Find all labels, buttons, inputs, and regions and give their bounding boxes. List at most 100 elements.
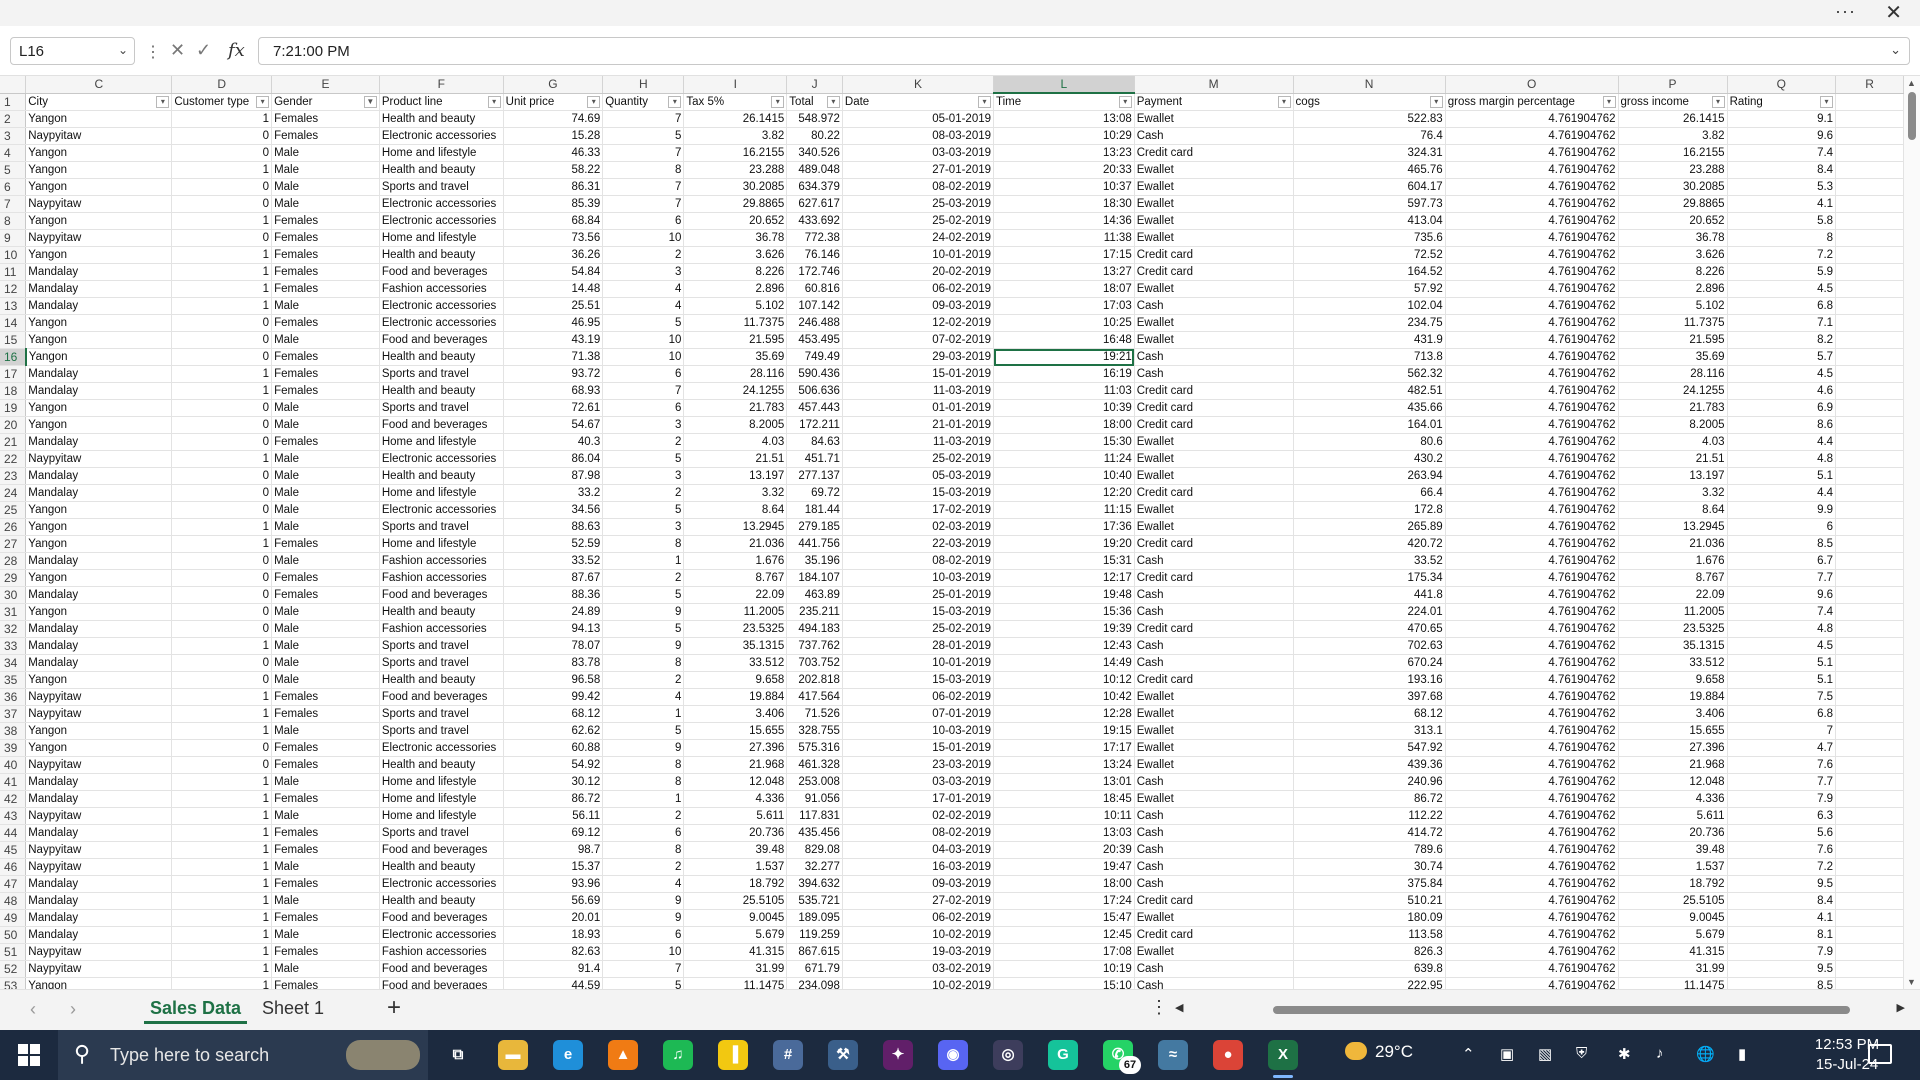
cell[interactable]: 4.761904762 — [1445, 688, 1619, 706]
cell[interactable]: Male — [271, 518, 380, 536]
add-sheet-button[interactable]: + — [387, 994, 401, 1022]
cell[interactable]: 6 — [602, 824, 685, 842]
header-cell[interactable]: Quantity ▾ — [602, 93, 685, 111]
cell[interactable]: 4.761904762 — [1445, 348, 1619, 366]
cell[interactable]: 17-02-2019 — [842, 501, 995, 519]
cell[interactable]: 27-02-2019 — [842, 892, 995, 910]
enter-icon[interactable]: ✓ — [196, 40, 211, 61]
cell[interactable]: 86.72 — [503, 790, 604, 808]
formula-input[interactable]: 7:21:00 PM ⌄ — [258, 37, 1910, 65]
cell[interactable]: Health and beauty — [379, 246, 504, 264]
cell[interactable]: 0 — [171, 195, 273, 213]
cell[interactable]: 4.761904762 — [1445, 654, 1619, 672]
cell[interactable]: 21.595 — [683, 331, 788, 349]
cell[interactable]: Mandalay — [25, 433, 173, 451]
vertical-scrollbar[interactable]: ▲ ▼ — [1904, 76, 1920, 989]
cell[interactable]: 23.5325 — [1618, 620, 1728, 638]
cell[interactable]: 8.226 — [683, 263, 788, 281]
cell[interactable]: 08-03-2019 — [842, 127, 995, 145]
cell[interactable]: 0 — [171, 739, 273, 757]
cell[interactable]: Cash — [1134, 348, 1294, 366]
cell[interactable]: 451.71 — [786, 450, 843, 468]
cell[interactable]: 13:08 — [993, 110, 1135, 128]
discord-icon[interactable]: ◉ — [938, 1040, 968, 1070]
column-header-p[interactable]: P — [1618, 76, 1728, 94]
cell[interactable]: 33.512 — [1618, 654, 1728, 672]
cell[interactable]: Naypyitaw — [25, 229, 173, 247]
cell[interactable]: Females — [271, 212, 380, 230]
cell[interactable]: Yangon — [25, 246, 173, 264]
scroll-left-icon[interactable]: ◀ — [1175, 1001, 1183, 1014]
cell[interactable]: Food and beverages — [379, 586, 504, 604]
cell[interactable]: 72.52 — [1293, 246, 1446, 264]
cell[interactable]: Ewallet — [1134, 518, 1294, 536]
cell[interactable]: Home and lifestyle — [379, 773, 504, 791]
cell[interactable]: Females — [271, 127, 380, 145]
cell[interactable]: 235.211 — [786, 603, 843, 621]
cell[interactable]: 112.22 — [1293, 807, 1446, 825]
cell[interactable]: 17:03 — [993, 297, 1135, 315]
cell[interactable]: Mandalay — [25, 637, 173, 655]
cell[interactable]: 2 — [602, 433, 685, 451]
cell[interactable]: 18:30 — [993, 195, 1135, 213]
cell[interactable]: 19:47 — [993, 858, 1135, 876]
cell[interactable]: 7 — [602, 195, 685, 213]
cell[interactable]: Naypyitaw — [25, 705, 173, 723]
cell[interactable] — [1835, 501, 1904, 519]
cell[interactable] — [1835, 722, 1904, 740]
row-header[interactable]: 12 — [0, 280, 27, 298]
cell[interactable] — [1835, 535, 1904, 553]
cell[interactable]: 17:08 — [993, 943, 1135, 961]
cell[interactable]: 5.102 — [683, 297, 788, 315]
cell[interactable]: Ewallet — [1134, 110, 1294, 128]
cell[interactable]: 19:20 — [993, 535, 1135, 553]
cell[interactable]: Females — [271, 739, 380, 757]
cell[interactable]: 431.9 — [1293, 331, 1446, 349]
cell[interactable]: 10:19 — [993, 960, 1135, 978]
cell[interactable]: 24.1255 — [1618, 382, 1728, 400]
header-cell[interactable] — [1835, 93, 1904, 111]
cell[interactable]: Ewallet — [1134, 195, 1294, 213]
row-header[interactable]: 50 — [0, 926, 27, 944]
cell[interactable]: Ewallet — [1134, 688, 1294, 706]
cell[interactable]: Females — [271, 756, 380, 774]
cell[interactable]: Cash — [1134, 977, 1294, 989]
cell[interactable] — [1835, 671, 1904, 689]
cell[interactable]: 9.6 — [1727, 127, 1837, 145]
column-header-e[interactable]: E — [271, 76, 380, 94]
cell[interactable]: Yangon — [25, 416, 173, 434]
column-header-g[interactable]: G — [503, 76, 604, 94]
cell[interactable]: 4.761904762 — [1445, 382, 1619, 400]
cell[interactable]: 1 — [171, 280, 273, 298]
cell[interactable]: 9 — [602, 637, 685, 655]
row-header[interactable]: 4 — [0, 144, 27, 162]
cell[interactable]: 1.537 — [1618, 858, 1728, 876]
cell[interactable]: 88.63 — [503, 518, 604, 536]
cell[interactable]: 6.9 — [1727, 399, 1837, 417]
filter-dropdown-icon[interactable]: ▾ — [1277, 95, 1291, 108]
cell[interactable] — [1835, 399, 1904, 417]
cell[interactable]: 1 — [171, 858, 273, 876]
cell[interactable]: Male — [271, 297, 380, 315]
cell[interactable]: 604.17 — [1293, 178, 1446, 196]
cell[interactable]: Naypyitaw — [25, 127, 173, 145]
cell[interactable]: Ewallet — [1134, 756, 1294, 774]
cell[interactable]: 7.9 — [1727, 943, 1837, 961]
cell[interactable]: 6 — [602, 365, 685, 383]
cell[interactable]: 21.783 — [683, 399, 788, 417]
cell[interactable]: 36.26 — [503, 246, 604, 264]
cell[interactable]: Cash — [1134, 603, 1294, 621]
cell[interactable]: 263.94 — [1293, 467, 1446, 485]
row-header[interactable]: 43 — [0, 807, 27, 825]
cell[interactable]: 535.721 — [786, 892, 843, 910]
cell[interactable]: Females — [271, 314, 380, 332]
cell[interactable]: 8.5 — [1727, 977, 1837, 989]
cell[interactable]: Health and beauty — [379, 671, 504, 689]
cell[interactable]: 2.896 — [1618, 280, 1728, 298]
cell[interactable] — [1835, 382, 1904, 400]
cell[interactable] — [1835, 688, 1904, 706]
cell[interactable]: 05-01-2019 — [842, 110, 995, 128]
column-header-l[interactable]: L — [993, 76, 1135, 94]
cell[interactable]: Mandalay — [25, 467, 173, 485]
cell[interactable]: 03-03-2019 — [842, 773, 995, 791]
